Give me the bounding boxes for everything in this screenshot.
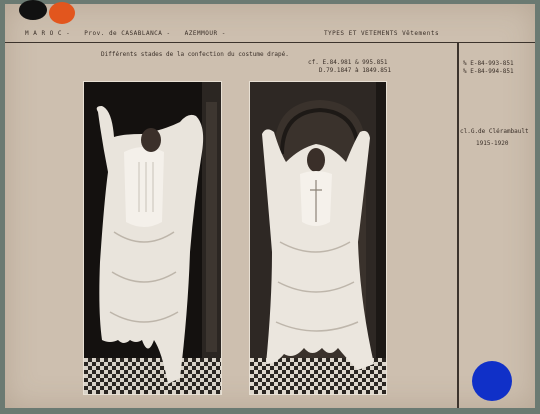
photographer-credit: cl.G.de Clérambault bbox=[460, 128, 529, 135]
country-label: M A R O C bbox=[25, 30, 63, 37]
blue-sticker bbox=[472, 361, 512, 401]
photo-right bbox=[249, 81, 387, 395]
photo-caption: Différents stades de la confection du co… bbox=[101, 51, 289, 58]
side-code-2: % E-84-994-851 bbox=[463, 68, 514, 75]
archive-card: M A R O C - Prov. de CASABLANCA - AZEMMO… bbox=[5, 0, 535, 408]
province-label: Prov. de CASABLANCA bbox=[84, 30, 163, 37]
reference-numbers: cf. E.84.981 & 995.851 D.79.1847 à 1849.… bbox=[308, 59, 391, 75]
card-header: M A R O C - Prov. de CASABLANCA - AZEMMO… bbox=[25, 30, 440, 37]
black-sticker bbox=[19, 0, 47, 20]
orange-sticker bbox=[49, 2, 75, 24]
reference-line-1: cf. E.84.981 & 995.851 bbox=[308, 59, 388, 66]
reference-line-2: D.79.1847 à 1849.851 bbox=[318, 67, 392, 74]
photo-left bbox=[83, 81, 222, 395]
date-range: 1915-1920 bbox=[476, 140, 509, 147]
side-code-1: % E-84-993-851 bbox=[463, 60, 514, 67]
city-label: AZEMMOUR bbox=[184, 30, 218, 37]
category-label: TYPES ET VETEMENTS Vêtements bbox=[323, 30, 440, 37]
side-divider bbox=[457, 42, 459, 408]
header-divider bbox=[5, 42, 535, 43]
